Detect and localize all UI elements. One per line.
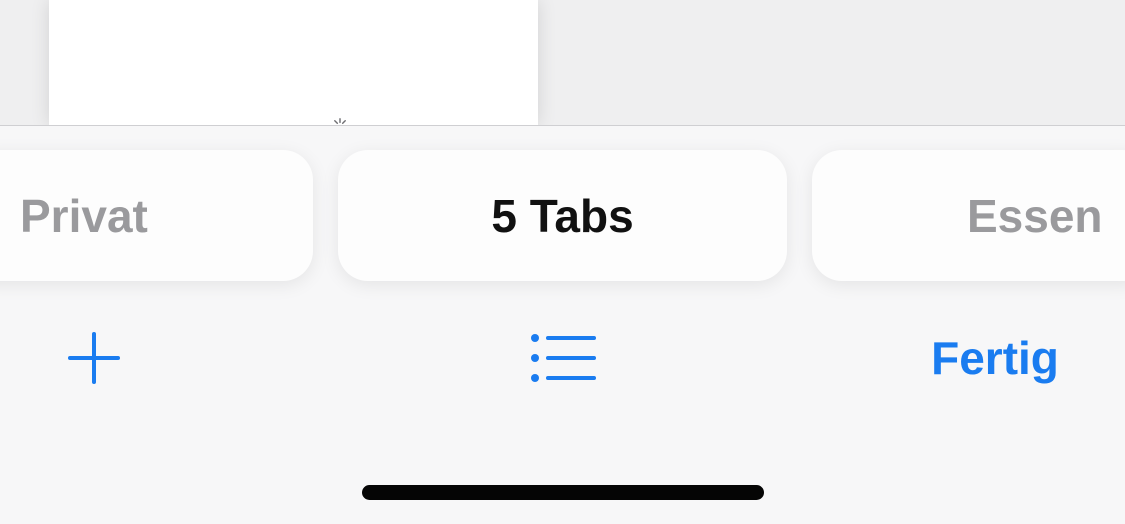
plus-icon xyxy=(68,332,120,384)
tab-groups-button[interactable] xyxy=(526,326,598,390)
tab-group-privat[interactable]: Privat xyxy=(0,150,313,281)
safari-tab-overview: Privat 5 Tabs Essen Fertig xyxy=(0,0,1125,524)
done-button[interactable]: Fertig xyxy=(915,326,1075,390)
tab-group-label: Essen xyxy=(967,189,1103,242)
tab-group-label: Privat xyxy=(20,189,148,242)
home-indicator[interactable] xyxy=(362,485,764,500)
tab-group-current[interactable]: 5 Tabs xyxy=(338,150,787,281)
tab-group-essen[interactable]: Essen xyxy=(812,150,1125,281)
tab-group-label: 5 Tabs xyxy=(491,189,634,242)
new-tab-button[interactable] xyxy=(62,326,126,390)
tab-preview-card[interactable] xyxy=(49,0,538,134)
bottom-toolbar: Privat 5 Tabs Essen Fertig xyxy=(0,125,1125,524)
list-icon xyxy=(531,334,596,382)
